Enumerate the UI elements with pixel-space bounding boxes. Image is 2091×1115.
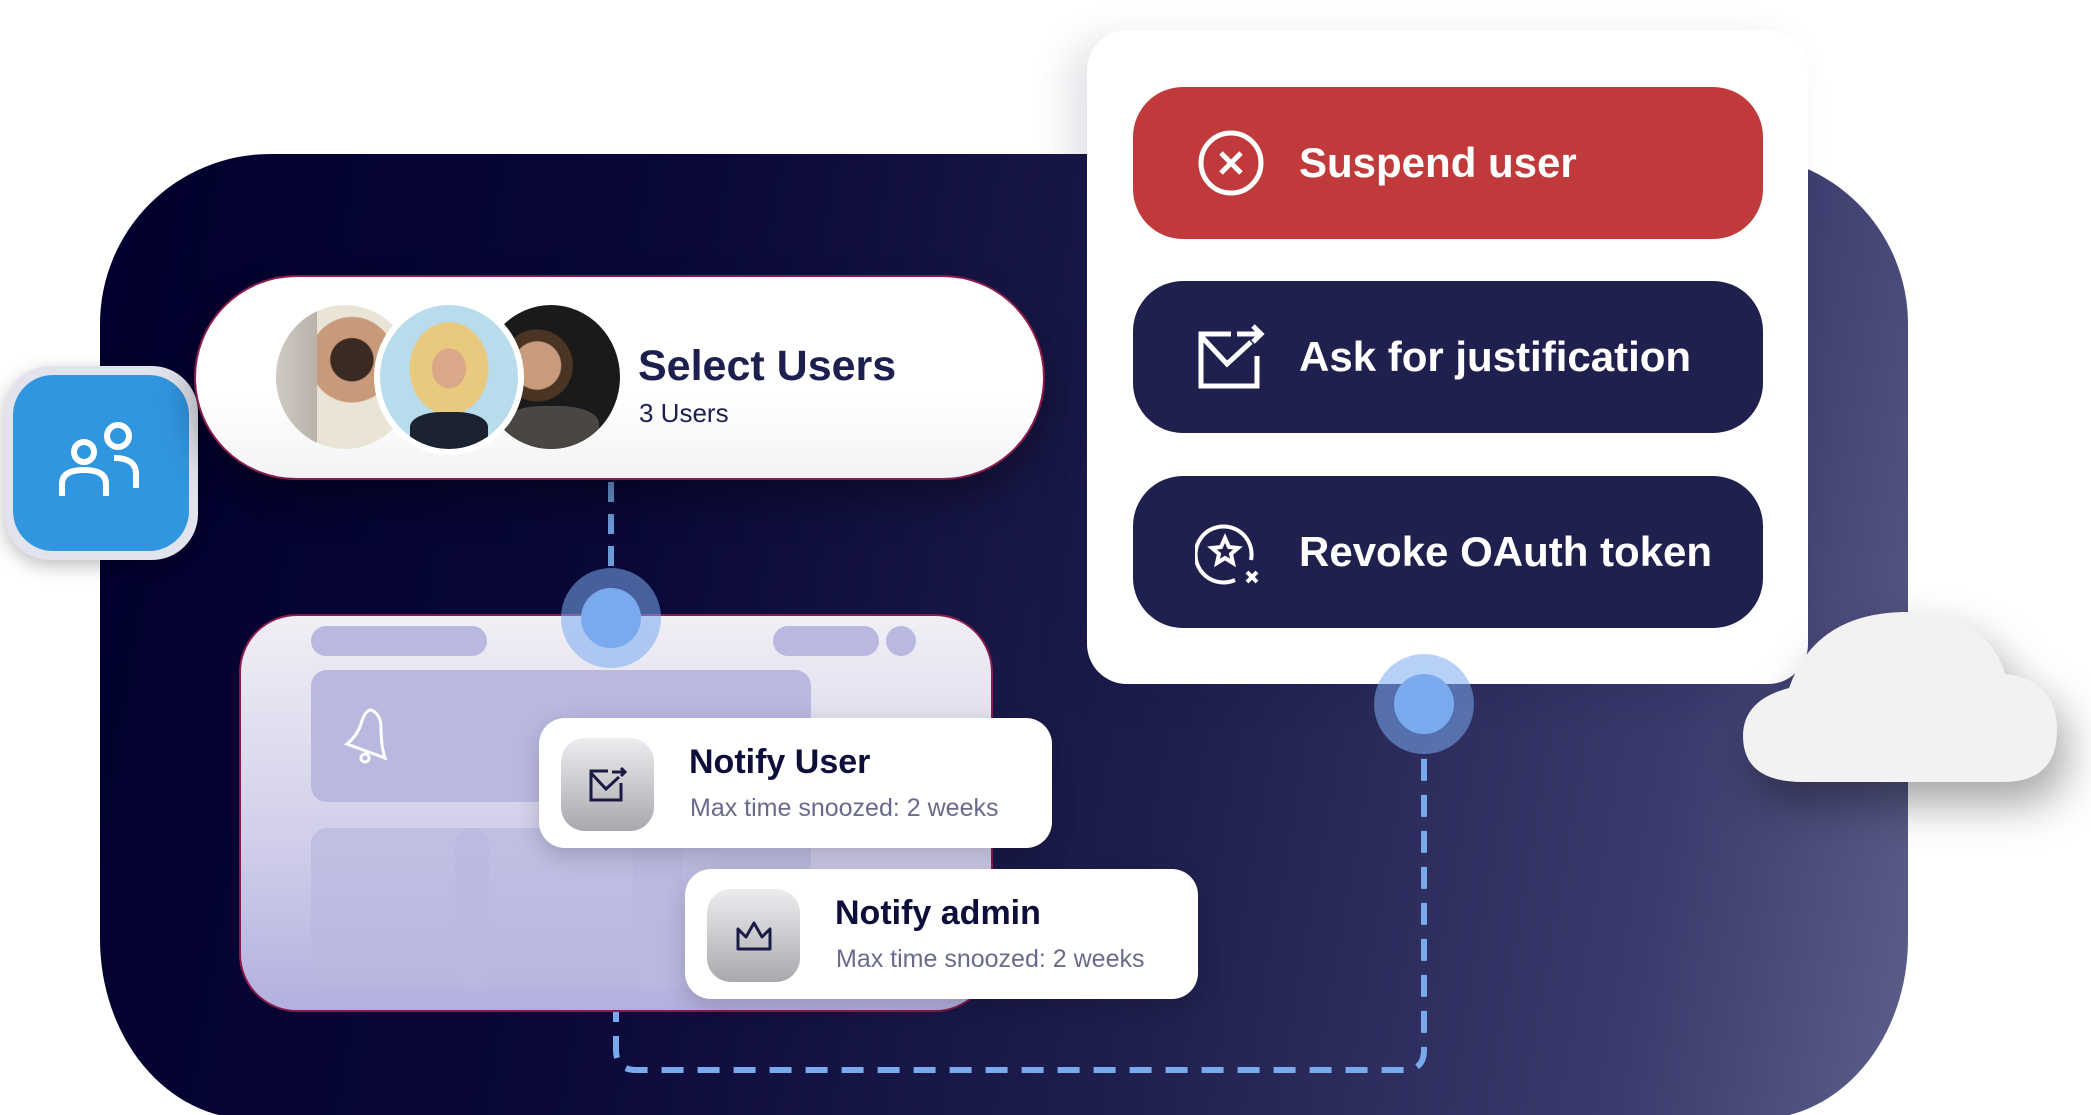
ask-justification-label: Ask for justification — [1299, 333, 1692, 380]
mail-forward-icon — [1198, 324, 1265, 389]
connector-node-actions-core — [1394, 674, 1454, 734]
cloud-icon — [1743, 612, 2057, 782]
users-tile[interactable] — [4, 366, 198, 560]
ask-justification-button[interactable]: Ask for justification — [1133, 281, 1763, 433]
dash-header-bar — [311, 626, 487, 656]
circle-x-icon — [1198, 130, 1264, 196]
connector-node-actions — [1374, 654, 1474, 754]
select-users-count: 3 Users — [639, 398, 729, 428]
revoke-oauth-label: Revoke OAuth token — [1299, 528, 1713, 575]
suspend-user-label: Suspend user — [1299, 139, 1577, 186]
dash-header-dot — [886, 626, 916, 656]
suspend-user-button[interactable]: Suspend user — [1133, 87, 1763, 239]
notify-user-icon-tile — [561, 738, 654, 831]
notify-admin-title: Notify admin — [835, 894, 1041, 932]
avatar-group — [276, 299, 620, 455]
actions-card: Suspend user Ask for justification Revok… — [1087, 30, 1808, 684]
mail-forward-icon — [589, 766, 627, 801]
avatar-user-2 — [374, 299, 524, 455]
dash-header-pill — [773, 626, 879, 656]
notify-admin-icon-tile — [707, 889, 800, 982]
notify-admin-subtitle: Max time snoozed: 2 weeks — [836, 945, 1145, 973]
bell-icon — [343, 708, 388, 764]
users-icon — [59, 422, 139, 496]
crown-icon — [736, 921, 771, 950]
connector-node-top-core — [581, 588, 641, 648]
select-users-title: Select Users — [638, 342, 897, 390]
notify-user-subtitle: Max time snoozed: 2 weeks — [690, 794, 999, 822]
connector-node-top — [561, 568, 661, 668]
notify-admin-card[interactable]: Notify admin Max time snoozed: 2 weeks — [685, 869, 1198, 999]
star-revoke-icon — [1195, 524, 1259, 585]
revoke-oauth-button[interactable]: Revoke OAuth token — [1133, 476, 1763, 628]
select-users-card[interactable]: Select Users 3 Users — [194, 275, 1045, 480]
notify-user-card[interactable]: Notify User Max time snoozed: 2 weeks — [539, 718, 1052, 848]
notify-user-title: Notify User — [689, 743, 871, 781]
